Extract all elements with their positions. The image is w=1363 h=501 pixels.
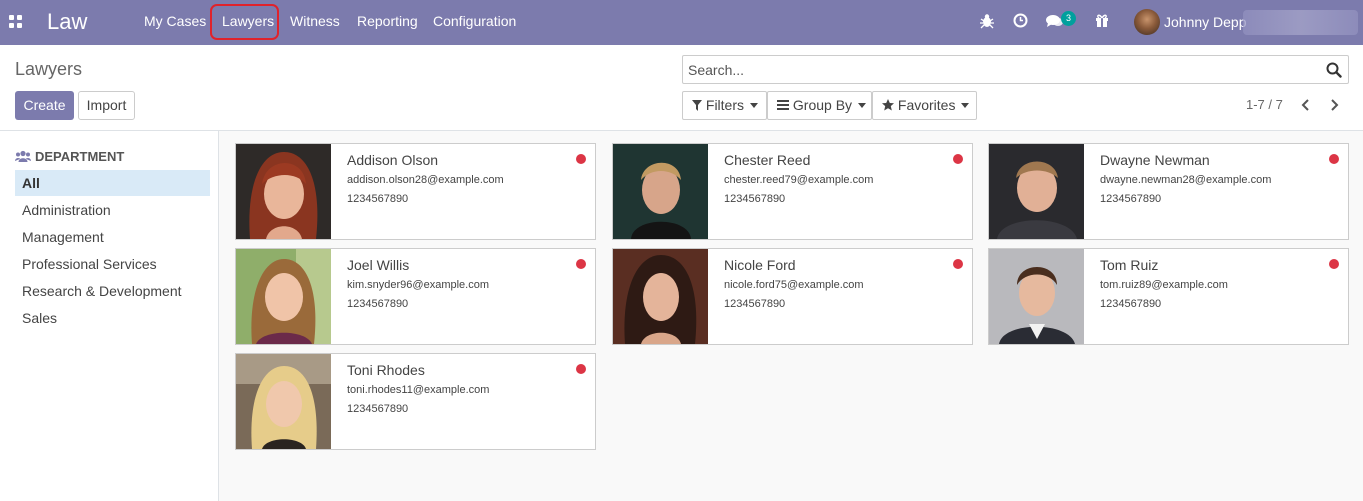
favorites-label: Favorites	[897, 97, 956, 113]
menu-lawyers-highlight	[210, 4, 279, 40]
lawyer-card[interactable]: Chester Reed chester.reed79@example.com …	[612, 143, 973, 240]
status-indicator[interactable]	[1329, 259, 1339, 269]
users-icon	[15, 150, 31, 162]
menu-my-cases[interactable]: My Cases	[144, 13, 206, 29]
import-button[interactable]: Import	[78, 91, 135, 120]
lawyer-name: Nicole Ford	[724, 257, 796, 273]
lawyer-name: Dwayne Newman	[1100, 152, 1210, 168]
lawyer-name: Toni Rhodes	[347, 362, 425, 378]
control-panel: Lawyers Create Import Filters Group By F…	[0, 45, 1363, 131]
pager-value[interactable]: 1-7 / 7	[1246, 97, 1283, 112]
lawyer-card[interactable]: Dwayne Newman dwayne.newman28@example.co…	[988, 143, 1349, 240]
department-heading-label: DEPARTMENT	[35, 149, 125, 164]
create-button[interactable]: Create	[15, 91, 74, 120]
status-indicator[interactable]	[576, 154, 586, 164]
department-item-sales[interactable]: Sales	[15, 305, 210, 331]
search-bar	[682, 55, 1349, 84]
department-heading: DEPARTMENT	[15, 149, 124, 164]
lawyer-photo	[613, 144, 708, 239]
department-item-professional-services[interactable]: Professional Services	[15, 251, 210, 277]
lawyer-name: Addison Olson	[347, 152, 439, 168]
lawyer-name: Tom Ruiz	[1100, 257, 1159, 273]
gift-icon[interactable]	[1095, 13, 1109, 28]
app-brand[interactable]: Law	[47, 9, 87, 35]
page-title: Lawyers	[15, 59, 83, 79]
department-item-all[interactable]: All	[15, 170, 210, 196]
lawyer-email: kim.snyder96@example.com	[347, 279, 489, 291]
lawyer-phone: 1234567890	[347, 298, 409, 310]
group-by-label: Group By	[792, 97, 853, 113]
filters-button[interactable]: Filters	[682, 91, 767, 120]
lawyer-photo	[989, 249, 1084, 344]
lawyer-card[interactable]: Addison Olson addison.olson28@example.co…	[235, 143, 596, 240]
lawyer-photo	[989, 144, 1084, 239]
status-indicator[interactable]	[1329, 154, 1339, 164]
lawyer-email: nicole.ford75@example.com	[724, 279, 864, 291]
lawyer-email: chester.reed79@example.com	[724, 174, 874, 186]
star-icon	[882, 99, 894, 111]
lawyer-phone: 1234567890	[724, 298, 786, 310]
group-by-button[interactable]: Group By	[767, 91, 872, 120]
menu-witness[interactable]: Witness	[290, 13, 340, 29]
lawyer-name: Chester Reed	[724, 152, 811, 168]
pager-next-icon[interactable]	[1329, 99, 1339, 111]
search-icon[interactable]	[1326, 62, 1342, 78]
department-item-management[interactable]: Management	[15, 224, 210, 250]
lawyer-photo	[613, 249, 708, 344]
lawyer-photo	[236, 354, 331, 449]
status-indicator[interactable]	[953, 154, 963, 164]
messages-count-badge: 3	[1061, 11, 1076, 26]
lawyer-card[interactable]: Tom Ruiz tom.ruiz89@example.com 12345678…	[988, 248, 1349, 345]
lawyer-card[interactable]: Joel Willis kim.snyder96@example.com 123…	[235, 248, 596, 345]
user-name[interactable]: Johnny Depp	[1164, 14, 1247, 30]
status-indicator[interactable]	[953, 259, 963, 269]
clock-icon[interactable]	[1013, 13, 1028, 28]
lawyer-email: dwayne.newman28@example.com	[1100, 174, 1272, 186]
bars-icon	[777, 100, 789, 110]
top-navbar: Law My Cases Lawyers Witness Reporting C…	[0, 0, 1363, 45]
lawyer-email: addison.olson28@example.com	[347, 174, 504, 186]
lawyer-photo	[236, 144, 331, 239]
lawyer-email: tom.ruiz89@example.com	[1100, 279, 1228, 291]
menu-reporting[interactable]: Reporting	[357, 13, 418, 29]
menu-configuration[interactable]: Configuration	[433, 13, 516, 29]
lawyer-photo	[236, 249, 331, 344]
pager-previous-icon[interactable]	[1301, 99, 1311, 111]
lawyer-phone: 1234567890	[347, 193, 409, 205]
filters-label: Filters	[705, 97, 745, 113]
lawyer-card[interactable]: Nicole Ford nicole.ford75@example.com 12…	[612, 248, 973, 345]
filter-icon	[692, 100, 702, 111]
lawyer-phone: 1234567890	[1100, 193, 1162, 205]
lawyer-name: Joel Willis	[347, 257, 410, 273]
blurred-company-switcher	[1243, 10, 1358, 35]
favorites-button[interactable]: Favorites	[872, 91, 977, 120]
lawyer-phone: 1234567890	[1100, 298, 1162, 310]
kanban-view: Addison Olson addison.olson28@example.co…	[219, 131, 1363, 501]
search-input[interactable]	[688, 61, 1308, 79]
lawyer-phone: 1234567890	[347, 403, 409, 415]
bug-icon[interactable]	[980, 13, 994, 29]
department-item-research-development[interactable]: Research & Development	[15, 278, 210, 304]
department-item-administration[interactable]: Administration	[15, 197, 210, 223]
apps-menu-icon[interactable]	[9, 15, 22, 28]
lawyer-phone: 1234567890	[724, 193, 786, 205]
status-indicator[interactable]	[576, 364, 586, 374]
lawyer-email: toni.rhodes11@example.com	[347, 384, 490, 396]
status-indicator[interactable]	[576, 259, 586, 269]
lawyer-card[interactable]: Toni Rhodes toni.rhodes11@example.com 12…	[235, 353, 596, 450]
user-avatar[interactable]	[1134, 9, 1160, 35]
search-panel: DEPARTMENT All Administration Management…	[0, 131, 219, 501]
